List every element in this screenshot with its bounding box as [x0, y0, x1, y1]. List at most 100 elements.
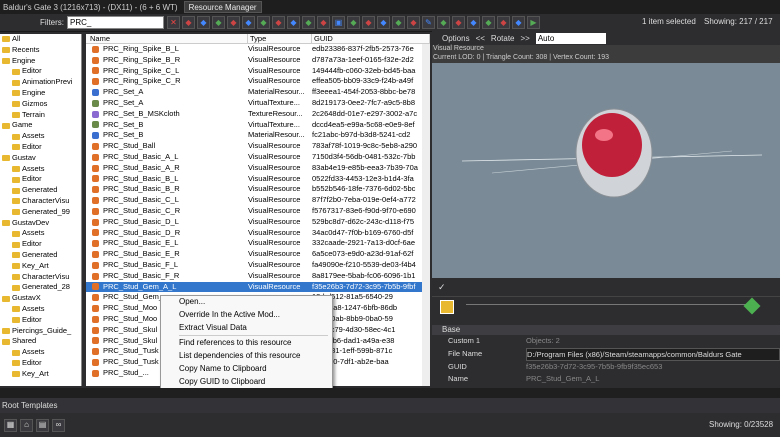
- tree-item[interactable]: Generated: [0, 185, 81, 196]
- 3d-viewport[interactable]: [432, 63, 780, 278]
- tree-item[interactable]: Assets: [0, 347, 81, 358]
- list-row[interactable]: PRC_Stud_Basic_B_R VisualResource b552b546…: [86, 184, 430, 195]
- context-menu-item[interactable]: Override In the Active Mod...: [161, 309, 332, 322]
- list-row[interactable]: PRC_Stud_Basic_C_R VisualResource f5767317…: [86, 206, 430, 217]
- tree-item[interactable]: Recents: [0, 45, 81, 56]
- filter-type-icon[interactable]: ◆: [482, 16, 495, 29]
- property-row[interactable]: Name PRC_Stud_Gem_A_L: [432, 373, 780, 386]
- tree-item[interactable]: Generated_28: [0, 282, 81, 293]
- resource-icon[interactable]: [440, 300, 454, 314]
- folder-tree[interactable]: All Recents Engine Editor AnimationPrevi Engi…: [0, 34, 82, 386]
- filter-type-icon[interactable]: ◆: [197, 16, 210, 29]
- tree-item[interactable]: Engine: [0, 88, 81, 99]
- context-menu-item[interactable]: Copy GUID to Clipboard: [161, 376, 332, 389]
- tree-item[interactable]: CharacterVisu: [0, 272, 81, 283]
- context-menu-item[interactable]: Copy Name to Clipboard: [161, 363, 332, 376]
- list-row[interactable]: PRC_Stud_Basic_B_L VisualResource 0522fd33…: [86, 174, 430, 185]
- list-row[interactable]: PRC_Ring_Spike_B_R VisualResource d787a73a…: [86, 55, 430, 66]
- tree-item[interactable]: GustavDev: [0, 218, 81, 229]
- filter-type-icon[interactable]: ◆: [497, 16, 510, 29]
- filter-type-icon[interactable]: ◆: [302, 16, 315, 29]
- tree-item[interactable]: GustavX: [0, 293, 81, 304]
- list-row[interactable]: PRC_Set_A VirtualTexture... 8d219173-0ee2-…: [86, 98, 430, 109]
- tree-item[interactable]: Editor: [0, 66, 81, 77]
- property-row[interactable]: Custom 1 Objects: 2: [432, 335, 780, 348]
- filter-type-icon[interactable]: ◆: [407, 16, 420, 29]
- filter-type-icon[interactable]: ▶: [527, 16, 540, 29]
- filter-type-icon[interactable]: ✎: [422, 16, 435, 29]
- tree-item[interactable]: Key_Art: [0, 261, 81, 272]
- column-name[interactable]: Name: [86, 34, 248, 43]
- list-row[interactable]: PRC_Stud_Basic_C_L VisualResource 87f7f2b0…: [86, 195, 430, 206]
- list-row[interactable]: PRC_Stud_Basic_D_R VisualResource 34ac0d47…: [86, 228, 430, 239]
- list-row[interactable]: PRC_Stud_Basic_A_R VisualResource 83ab4e19…: [86, 163, 430, 174]
- filter-type-icon[interactable]: ◆: [437, 16, 450, 29]
- filter-type-icon[interactable]: ◆: [362, 16, 375, 29]
- tree-item[interactable]: Editor: [0, 239, 81, 250]
- tree-item[interactable]: Editor: [0, 174, 81, 185]
- filter-type-icon[interactable]: ◆: [257, 16, 270, 29]
- column-guid[interactable]: GUID: [312, 34, 430, 43]
- list-row[interactable]: PRC_Set_B VirtualTexture... dccd4ea5-e99a-…: [86, 120, 430, 131]
- filter-type-icon[interactable]: ◆: [242, 16, 255, 29]
- section-base[interactable]: Base: [432, 325, 780, 335]
- tree-item[interactable]: Editor: [0, 315, 81, 326]
- tab-resource-manager[interactable]: Resource Manager: [183, 1, 262, 13]
- edit-icon[interactable]: [743, 297, 761, 315]
- list-row[interactable]: PRC_Stud_Basic_E_R VisualResource 6a5ce073…: [86, 249, 430, 260]
- filter-type-icon[interactable]: ◆: [377, 16, 390, 29]
- tree-item[interactable]: Piercings_Guide_: [0, 326, 81, 337]
- filter-type-icon[interactable]: ✕: [167, 16, 180, 29]
- filter-type-icon[interactable]: ◆: [317, 16, 330, 29]
- context-menu-item[interactable]: Extract Visual Data: [161, 322, 332, 335]
- filter-type-icon[interactable]: ◆: [347, 16, 360, 29]
- options-button[interactable]: Options: [442, 34, 470, 43]
- filter-type-icon[interactable]: ◆: [392, 16, 405, 29]
- filter-type-icon[interactable]: ◆: [287, 16, 300, 29]
- list-row[interactable]: PRC_Ring_Spike_C_L VisualResource 149444fb…: [86, 66, 430, 77]
- filter-type-icon[interactable]: ▣: [332, 16, 345, 29]
- list-row[interactable]: PRC_Stud_Basic_A_L VisualResource 7150d3f4…: [86, 152, 430, 163]
- tree-item[interactable]: Editor: [0, 358, 81, 369]
- tree-item[interactable]: CharacterVisu: [0, 196, 81, 207]
- list-row[interactable]: PRC_Stud_Basic_F_L VisualResource fa49090e…: [86, 260, 430, 271]
- tree-item[interactable]: Assets: [0, 131, 81, 142]
- filter-type-icon[interactable]: ◆: [182, 16, 195, 29]
- list-row[interactable]: PRC_Stud_Basic_D_L VisualResource 529bc8d7…: [86, 217, 430, 228]
- list-row[interactable]: PRC_Stud_Basic_E_L VisualResource 332caade…: [86, 238, 430, 249]
- tree-item[interactable]: Shared: [0, 336, 81, 347]
- next-button[interactable]: >>: [521, 34, 530, 43]
- tree-item[interactable]: Generated: [0, 250, 81, 261]
- column-type[interactable]: Type: [248, 34, 312, 43]
- tree-item[interactable]: Editor: [0, 142, 81, 153]
- tree-item[interactable]: All: [0, 34, 81, 45]
- list-row[interactable]: PRC_Set_B MaterialResour... fc21abc-b97d-b…: [86, 130, 430, 141]
- tree-item[interactable]: Assets: [0, 228, 81, 239]
- home-icon[interactable]: ⌂: [20, 418, 33, 432]
- tree-item[interactable]: Generated_99: [0, 207, 81, 218]
- tree-item[interactable]: Gizmos: [0, 99, 81, 110]
- trash-icon[interactable]: ▤: [36, 418, 49, 432]
- list-scrollbar[interactable]: [422, 44, 430, 386]
- list-row[interactable]: PRC_Stud_Basic_F_R VisualResource 8a8179ee…: [86, 271, 430, 282]
- list-row[interactable]: PRC_Ring_Spike_B_L VisualResource edb23386…: [86, 44, 430, 55]
- resource-slot[interactable]: [466, 304, 756, 305]
- list-row[interactable]: PRC_Ring_Spike_C_R VisualResource effea505…: [86, 76, 430, 87]
- tree-item[interactable]: Engine: [0, 56, 81, 67]
- filter-type-icon[interactable]: ◆: [512, 16, 525, 29]
- context-menu-item[interactable]: List dependencies of this resource: [161, 350, 332, 363]
- mode-select[interactable]: Auto: [535, 32, 606, 44]
- list-row[interactable]: PRC_Stud_Ball VisualResource 783af78f-1019…: [86, 141, 430, 152]
- prev-button[interactable]: <<: [476, 34, 485, 43]
- filter-input[interactable]: [67, 16, 164, 29]
- tree-item[interactable]: Game: [0, 120, 81, 131]
- list-row[interactable]: PRC_Set_A MaterialResour... ff3eeea1-454f-…: [86, 87, 430, 98]
- filter-type-icon[interactable]: ◆: [452, 16, 465, 29]
- tree-item[interactable]: Gustav: [0, 153, 81, 164]
- filter-type-icon[interactable]: ◆: [467, 16, 480, 29]
- context-menu-item[interactable]: Find references to this resource: [161, 337, 332, 350]
- tree-item[interactable]: Assets: [0, 304, 81, 315]
- check-icon[interactable]: ✓: [438, 282, 446, 293]
- binoculars-icon[interactable]: ∞: [52, 418, 65, 432]
- list-row[interactable]: PRC_Set_B_MSKcloth TextureResour... 2c2648…: [86, 109, 430, 120]
